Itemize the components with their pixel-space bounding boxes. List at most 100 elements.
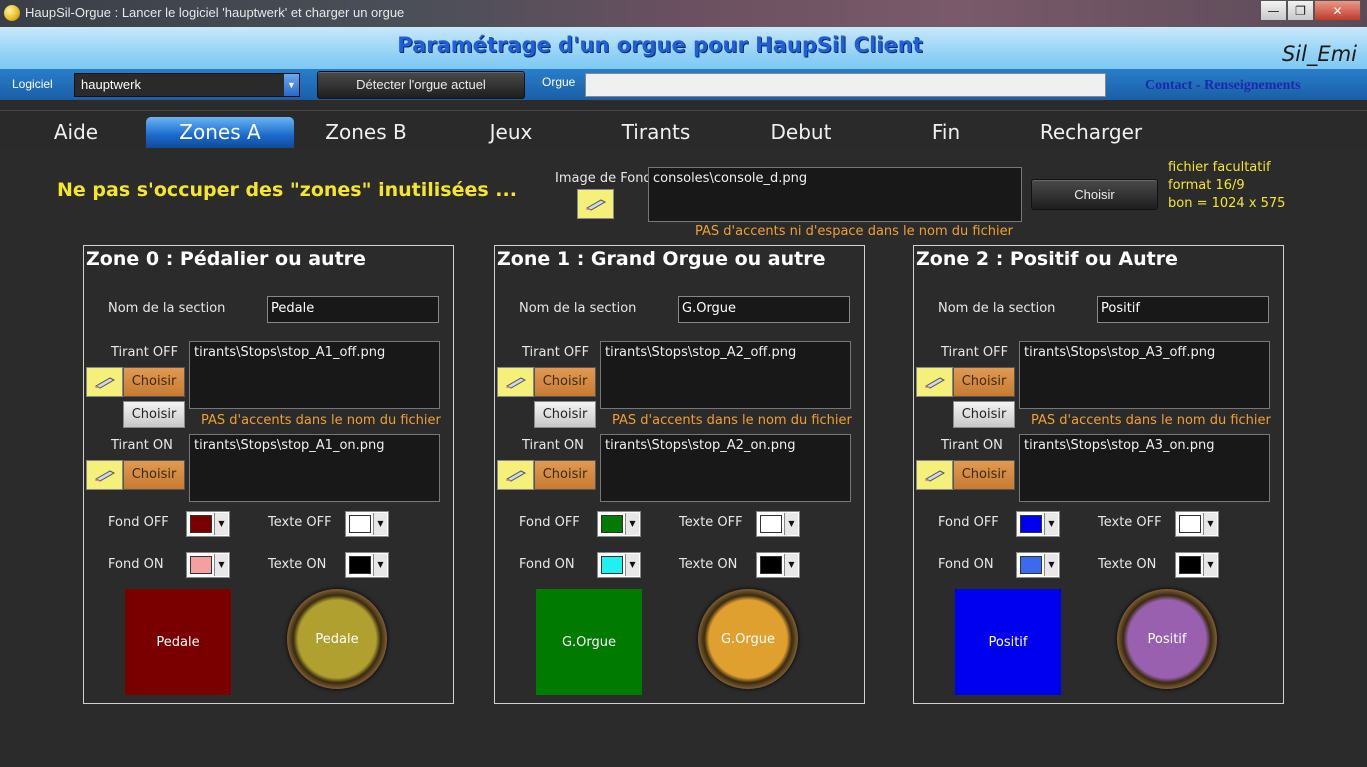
choose-background-button[interactable]: Choisir xyxy=(1031,179,1158,210)
pencil-icon[interactable] xyxy=(86,367,123,397)
fond-off-color-picker[interactable]: ▼ xyxy=(1016,511,1060,537)
background-image-label: Image de Fond xyxy=(555,171,652,186)
choose-tirant-on-button[interactable]: Choisir xyxy=(123,460,185,490)
fond-on-color-picker[interactable]: ▼ xyxy=(1016,552,1060,578)
choose-tirant-off-button[interactable]: Choisir xyxy=(123,367,185,397)
section-name-value: G.Orgue xyxy=(682,301,737,316)
chevron-down-icon[interactable]: ▼ xyxy=(214,554,228,576)
chevron-down-icon[interactable]: ▼ xyxy=(284,74,299,96)
tirant-on-field[interactable]: tirants\Stops\stop_A1_on.png xyxy=(189,434,440,502)
choose-tirant-off-button[interactable]: Choisir xyxy=(953,367,1015,397)
tab-zones-a[interactable]: Zones A xyxy=(146,117,294,148)
pencil-icon[interactable] xyxy=(916,367,953,397)
detect-organ-button[interactable]: Détecter l'orgue actuel xyxy=(317,71,525,99)
chevron-down-icon[interactable]: ▼ xyxy=(625,554,639,576)
chevron-down-icon[interactable]: ▼ xyxy=(1203,513,1217,535)
choose-button[interactable]: Choisir xyxy=(123,401,185,428)
pencil-icon[interactable] xyxy=(916,460,953,490)
tirant-on-label: Tirant ON xyxy=(111,438,173,453)
tirant-on-field[interactable]: tirants\Stops\stop_A3_on.png xyxy=(1019,434,1270,502)
texte-off-color-picker[interactable]: ▼ xyxy=(756,511,800,537)
logiciel-label: Logiciel xyxy=(12,77,53,91)
contact-link[interactable]: Contact - Renseignements xyxy=(1145,78,1301,94)
logiciel-select[interactable]: hauptwerk ▼ xyxy=(74,73,300,97)
chevron-down-icon[interactable]: ▼ xyxy=(625,513,639,535)
warning-text: Ne pas s'occuper des "zones" inutilisées… xyxy=(57,179,517,201)
color-swatch xyxy=(760,515,782,533)
pencil-icon[interactable] xyxy=(577,189,614,219)
orgue-input[interactable] xyxy=(585,73,1106,97)
pencil-icon[interactable] xyxy=(497,460,534,490)
color-swatch xyxy=(349,515,371,533)
choose-tirant-on-button[interactable]: Choisir xyxy=(953,460,1015,490)
tirant-off-field[interactable]: tirants\Stops\stop_A1_off.png xyxy=(189,341,440,409)
tirant-off-field[interactable]: tirants\Stops\stop_A2_off.png xyxy=(600,341,851,409)
background-hint-line: fichier facultatif xyxy=(1168,160,1271,175)
choose-tirant-off-button[interactable]: Choisir xyxy=(534,367,596,397)
fond-on-color-picker[interactable]: ▼ xyxy=(186,552,230,578)
window-controls: — ❐ ✕ xyxy=(1260,0,1361,22)
chevron-down-icon[interactable]: ▼ xyxy=(373,554,387,576)
fond-off-label: Fond OFF xyxy=(108,515,169,530)
accent-note: PAS d'accents dans le nom du fichier xyxy=(1031,413,1271,428)
tirant-off-label: Tirant OFF xyxy=(522,345,590,360)
background-image-field[interactable]: consoles\console_d.png xyxy=(648,167,1022,222)
choose-button[interactable]: Choisir xyxy=(534,401,596,428)
tab-fin[interactable]: Fin xyxy=(872,117,1020,148)
color-swatch xyxy=(190,515,212,533)
close-button[interactable]: ✕ xyxy=(1314,0,1361,21)
stop-preview-knob: G.Orgue xyxy=(698,589,798,689)
tab-tirants[interactable]: Tirants xyxy=(582,117,730,148)
chevron-down-icon[interactable]: ▼ xyxy=(784,554,798,576)
zone-title: Zone 0 : Pédalier ou autre xyxy=(86,248,366,270)
color-swatch xyxy=(1020,515,1042,533)
texte-off-label: Texte OFF xyxy=(679,515,743,530)
tab-zones-b[interactable]: Zones B xyxy=(292,117,440,148)
texte-on-color-picker[interactable]: ▼ xyxy=(345,552,389,578)
chevron-down-icon[interactable]: ▼ xyxy=(784,513,798,535)
chevron-down-icon[interactable]: ▼ xyxy=(373,513,387,535)
minimize-button[interactable]: — xyxy=(1260,0,1287,21)
section-name-input[interactable]: Pedale xyxy=(267,296,439,323)
tab-debut[interactable]: Debut xyxy=(727,117,875,148)
texte-on-color-picker[interactable]: ▼ xyxy=(1175,552,1219,578)
fond-on-label: Fond ON xyxy=(519,557,575,572)
chevron-down-icon[interactable]: ▼ xyxy=(1044,554,1058,576)
texte-off-color-picker[interactable]: ▼ xyxy=(1175,511,1219,537)
section-name-label: Nom de la section xyxy=(108,301,226,316)
maximize-button[interactable]: ❐ xyxy=(1287,0,1314,21)
tirant-off-field[interactable]: tirants\Stops\stop_A3_off.png xyxy=(1019,341,1270,409)
tab-aide[interactable]: Aide xyxy=(2,117,150,148)
tirant-on-field[interactable]: tirants\Stops\stop_A2_on.png xyxy=(600,434,851,502)
section-name-value: Pedale xyxy=(271,301,315,316)
chevron-down-icon[interactable]: ▼ xyxy=(214,513,228,535)
stop-preview-label: Pedale xyxy=(315,631,359,647)
section-name-input[interactable]: Positif xyxy=(1097,296,1269,323)
fond-off-color-picker[interactable]: ▼ xyxy=(597,511,641,537)
tab-recharger[interactable]: Recharger xyxy=(1017,117,1165,148)
chevron-down-icon[interactable]: ▼ xyxy=(1203,554,1217,576)
section-name-input[interactable]: G.Orgue xyxy=(678,296,850,323)
texte-on-label: Texte ON xyxy=(679,557,738,572)
stop-preview-label: Positif xyxy=(988,634,1028,650)
pencil-icon[interactable] xyxy=(497,367,534,397)
tirant-on-label: Tirant ON xyxy=(941,438,1003,453)
choose-button[interactable]: Choisir xyxy=(953,401,1015,428)
orgue-label: Orgue xyxy=(542,75,576,89)
tab-jeux[interactable]: Jeux xyxy=(437,117,585,148)
section-name-label: Nom de la section xyxy=(938,301,1056,316)
fond-on-color-picker[interactable]: ▼ xyxy=(597,552,641,578)
stop-preview-label: G.Orgue xyxy=(720,631,776,647)
texte-on-color-picker[interactable]: ▼ xyxy=(756,552,800,578)
stop-preview-label: Positif xyxy=(1147,631,1187,647)
pencil-icon[interactable] xyxy=(86,460,123,490)
fond-off-color-picker[interactable]: ▼ xyxy=(186,511,230,537)
window-title: HaupSil-Orgue : Lancer le logiciel 'haup… xyxy=(25,5,405,20)
texte-on-label: Texte ON xyxy=(1098,557,1157,572)
zone-title: Zone 2 : Positif ou Autre xyxy=(916,248,1178,270)
stop-preview-label: Pedale xyxy=(156,634,200,650)
background-accent-note: PAS d'accents ni d'espace dans le nom du… xyxy=(695,224,1013,239)
texte-off-color-picker[interactable]: ▼ xyxy=(345,511,389,537)
chevron-down-icon[interactable]: ▼ xyxy=(1044,513,1058,535)
choose-tirant-on-button[interactable]: Choisir xyxy=(534,460,596,490)
